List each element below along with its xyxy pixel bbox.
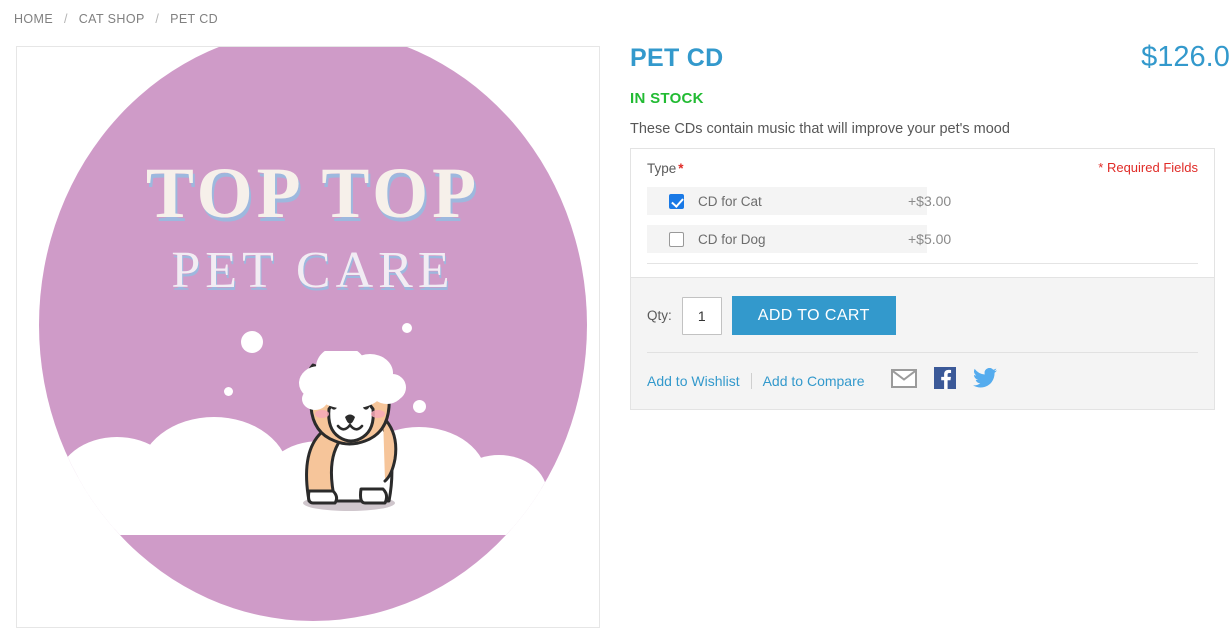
product-description: These CDs contain music that will improv… [630, 121, 1010, 137]
options-header: Type * * Required Fields [631, 149, 1214, 183]
brand-logo-top: TOP TOP [145, 153, 481, 233]
link-separator [750, 372, 752, 389]
quantity-label: Qty: [647, 308, 672, 323]
option-row-highlight [647, 225, 927, 253]
checkbox-cd-for-cat[interactable] [669, 193, 684, 209]
option-label: CD for Dog [698, 231, 766, 247]
required-marker: * [678, 161, 684, 176]
brand-logo-sub: PET CARE [171, 242, 455, 299]
option-price-delta: +$5.00 [908, 231, 952, 247]
purchase-actions: Qty: ADD TO CART Add to Wishlist Add to … [631, 277, 1214, 409]
bubble-icon [241, 331, 263, 353]
breadcrumb-item-cat-shop[interactable]: CAT SHOP [79, 12, 145, 26]
add-to-wishlist-link[interactable]: Add to Wishlist [647, 373, 740, 389]
breadcrumb-item-pet-cd: PET CD [170, 12, 219, 26]
product-price: $126.00 [1141, 41, 1230, 73]
page-title: PET CD [630, 44, 724, 72]
add-to-compare-link[interactable]: Add to Compare [763, 373, 865, 389]
product-page: HOME / CAT SHOP / PET CD TOP TOP PET CAR… [0, 0, 1230, 642]
product-image-panel[interactable]: TOP TOP PET CARE [16, 46, 600, 628]
breadcrumb-separator: / [155, 12, 160, 26]
option-price-delta: +$3.00 [908, 193, 952, 209]
option-row-highlight [647, 187, 927, 215]
option-row-cd-for-cat[interactable]: CD for Cat +$3.00 [647, 187, 1198, 215]
options-divider [647, 263, 1198, 264]
brand-logo: TOP TOP PET CARE [39, 157, 587, 297]
bubble-icon [402, 323, 412, 333]
status-badge: IN STOCK [630, 90, 704, 107]
option-label: CD for Cat [698, 193, 762, 209]
breadcrumb-item-home[interactable]: HOME [14, 12, 53, 26]
actions-divider [647, 352, 1198, 353]
checkbox-cd-for-dog[interactable] [669, 231, 684, 247]
corgi-illustration [275, 351, 425, 531]
quantity-stepper[interactable] [681, 296, 722, 335]
social-share-group [890, 367, 997, 394]
product-options-box: Type * * Required Fields CD for Cat +$3.0… [630, 148, 1215, 410]
pink-circle-badge: TOP TOP PET CARE [39, 47, 587, 621]
option-list: CD for Cat +$3.00 CD for Dog +$5.00 [631, 183, 1214, 253]
bubble-icon [224, 387, 233, 396]
quantity-row: Qty: ADD TO CART [647, 296, 1198, 335]
secondary-actions: Add to Wishlist Add to Compare [647, 367, 1198, 394]
required-fields-note: * Required Fields [1098, 160, 1198, 175]
breadcrumb: HOME / CAT SHOP / PET CD [14, 12, 218, 26]
product-info: PET CD $126.00 IN STOCK These CDs contai… [630, 41, 1230, 137]
email-icon[interactable] [890, 368, 917, 393]
option-group-label: Type * [647, 161, 684, 176]
add-to-cart-button[interactable]: ADD TO CART [731, 296, 896, 335]
facebook-icon[interactable] [933, 367, 956, 394]
twitter-icon[interactable] [972, 367, 997, 393]
breadcrumb-separator: / [63, 12, 68, 26]
option-row-cd-for-dog[interactable]: CD for Dog +$5.00 [647, 225, 1198, 253]
product-image: TOP TOP PET CARE [17, 47, 599, 627]
